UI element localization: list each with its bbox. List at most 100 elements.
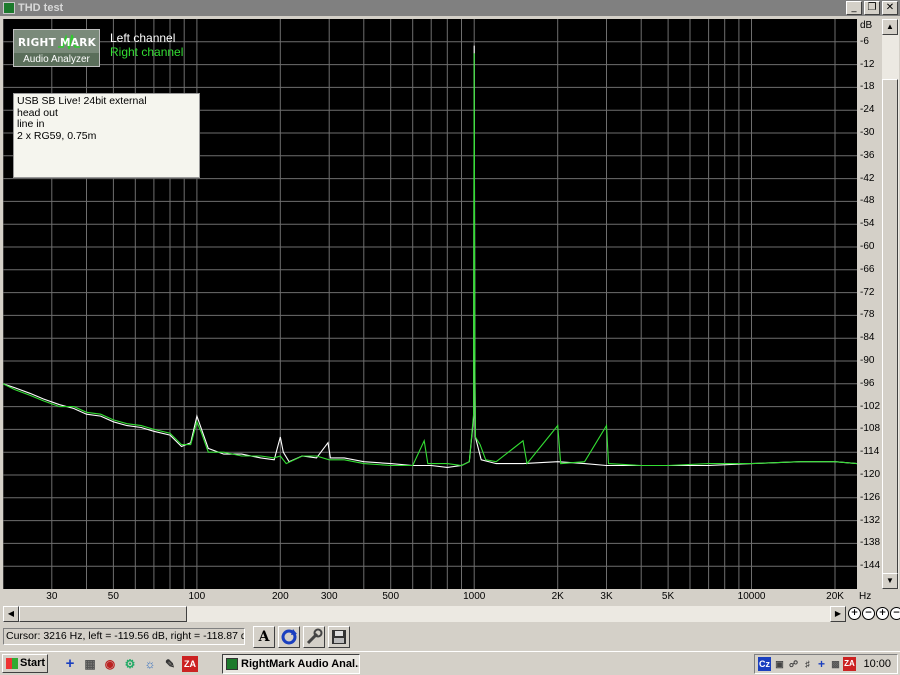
status-bar: Cursor: 3216 Hz, left = -119.56 dB, righ… — [0, 624, 900, 651]
tray-zonealarm-icon[interactable]: ZA — [843, 657, 856, 671]
note-line: 2 x RG59, 0.75m — [17, 129, 97, 142]
quick-launch-edit-icon[interactable]: ✎ — [162, 656, 178, 672]
tray-display-icon[interactable]: ▩ — [829, 657, 842, 671]
quick-launch-desktop-icon[interactable]: ▦ — [82, 656, 98, 672]
tray-volume-icon[interactable]: ♯ — [801, 657, 814, 671]
app-icon — [3, 2, 15, 14]
tray-cross-icon[interactable]: + — [815, 657, 828, 671]
scroll-left-button[interactable]: ◀ — [3, 606, 19, 622]
x-tick-label: 200 — [272, 591, 289, 602]
floppy-disk-icon — [332, 630, 346, 644]
tray-language-icon[interactable]: Cz — [758, 657, 771, 671]
vertical-scrollbar[interactable]: ▲ ▼ — [882, 19, 899, 589]
zoom-out-y-icon[interactable]: − — [890, 607, 900, 620]
refresh-icon — [281, 629, 297, 645]
x-tick-label: 2K — [551, 591, 564, 602]
quick-launch-media-icon[interactable]: ◉ — [102, 656, 118, 672]
zoom-in-x-icon[interactable]: + — [848, 607, 861, 620]
test-notes: USB SB Live! 24bit external head out lin… — [13, 93, 200, 178]
taskbar-item-rightmark[interactable]: RightMark Audio Anal... — [222, 654, 360, 674]
minimize-button[interactable]: _ — [846, 1, 862, 15]
quick-launch-tool-icon[interactable]: ⚙ — [122, 656, 138, 672]
wrench-icon — [306, 628, 323, 645]
y-tick-label: -126 — [860, 491, 881, 503]
y-tick-label: -144 — [860, 560, 881, 572]
save-button[interactable] — [328, 626, 350, 648]
zoom-controls: + − + − — [848, 607, 900, 620]
zoom-out-x-icon[interactable]: − — [862, 607, 875, 620]
legend-left-channel: Left channel — [110, 31, 176, 45]
y-tick-label: -84 — [860, 332, 875, 344]
rightmark-logo: RIGHT MARK Audio Analyzer — [13, 29, 100, 67]
y-tick-label: -108 — [860, 423, 881, 435]
y-tick-label: -30 — [860, 127, 875, 138]
y-tick-label: -72 — [860, 286, 875, 298]
frequency-axis: 30 50 100 200 300 500 1000 2K 3K 5K 10000 20K — [3, 589, 857, 606]
x-tick-label: 1000 — [463, 591, 486, 602]
y-tick-label: -6 — [860, 35, 869, 47]
taskbar-item-label: RightMark Audio Anal... — [241, 658, 360, 670]
scroll-up-button[interactable]: ▲ — [882, 19, 898, 35]
x-tick-label: 300 — [320, 591, 338, 602]
y-tick-label: -96 — [860, 377, 875, 389]
refresh-button[interactable] — [278, 626, 300, 648]
start-label: Start — [20, 657, 46, 669]
maximize-button[interactable]: ❐ — [864, 1, 880, 15]
note-line: line in — [17, 118, 45, 130]
taskbar: Start + ▦ ◉ ⚙ ☼ ✎ ZA RightMark Audio Ana… — [0, 651, 900, 675]
hz-unit-label: Hz — [859, 591, 872, 602]
y-tick-label: -132 — [860, 514, 881, 526]
window-title: THD test — [18, 2, 64, 14]
rightmark-task-icon — [226, 658, 238, 670]
tray-monitor-icon[interactable]: ▣ — [773, 657, 786, 671]
y-tick-label: -18 — [860, 81, 875, 93]
quick-launch-zonealarm-icon[interactable]: ZA — [182, 656, 198, 672]
y-tick-label: -36 — [860, 149, 875, 161]
y-tick-label: -78 — [860, 309, 875, 321]
y-tick-label: -114 — [860, 446, 880, 458]
x-tick-label: 3K — [600, 591, 613, 602]
horizontal-scroll-thumb[interactable] — [19, 606, 187, 622]
y-tick-label: -120 — [860, 469, 881, 480]
zoom-in-y-icon[interactable]: + — [876, 607, 889, 620]
font-button[interactable]: A — [253, 626, 275, 648]
tray-network-icon[interactable]: ☍ — [787, 657, 800, 671]
y-tick-label: -42 — [860, 172, 875, 184]
system-tray: Cz ▣ ☍ ♯ + ▩ ZA 10:00 — [754, 654, 898, 674]
x-tick-label: 100 — [188, 591, 206, 602]
windows-flag-icon — [6, 658, 18, 669]
horizontal-scrollbar[interactable]: ◀ ▶ — [3, 606, 846, 622]
x-tick-label: 30 — [46, 591, 58, 602]
legend-right-channel: Right channel — [110, 45, 184, 59]
scroll-down-button[interactable]: ▼ — [882, 573, 898, 589]
y-tick-label: -102 — [860, 400, 881, 412]
settings-button[interactable] — [303, 626, 325, 648]
y-tick-label: -60 — [860, 241, 875, 252]
start-button[interactable]: Start — [2, 654, 48, 673]
y-tick-label: -54 — [860, 218, 875, 230]
x-tick-label: 20K — [826, 591, 844, 602]
quick-launch-browser-icon[interactable]: ☼ — [142, 656, 158, 672]
y-tick-label: -12 — [860, 58, 875, 70]
legend: Left channel Right channel — [110, 31, 183, 59]
y-tick-label: -66 — [860, 263, 875, 275]
y-tick-label: -90 — [860, 355, 875, 366]
close-button[interactable]: ✕ — [882, 1, 898, 15]
vertical-scroll-thumb[interactable] — [882, 79, 898, 589]
logo-line2: Audio Analyzer — [14, 53, 99, 66]
x-tick-label: 5K — [661, 591, 675, 602]
y-tick-label: -138 — [860, 537, 881, 549]
scroll-right-button[interactable]: ▶ — [830, 606, 846, 622]
logo-line1: RIGHT MARK — [18, 37, 97, 49]
note-line: USB SB Live! 24bit external — [17, 95, 147, 107]
cursor-readout: Cursor: 3216 Hz, left = -119.56 dB, righ… — [3, 628, 245, 645]
window-title-bar[interactable]: THD test _ ❐ ✕ — [0, 0, 900, 16]
spectrum-plot[interactable]: RIGHT MARK Audio Analyzer Left channel R… — [3, 19, 857, 589]
quick-launch-cross-icon[interactable]: + — [62, 656, 78, 672]
y-tick-label: -24 — [860, 104, 875, 116]
y-tick-label: -48 — [860, 195, 875, 207]
db-axis: dB -6 -12 -18 -24 -30 -36 -42 -48 -54 -60 -66 -72 -7… — [857, 19, 881, 591]
db-unit-label: dB — [860, 20, 873, 31]
clock: 10:00 — [863, 658, 891, 670]
x-tick-label: 500 — [382, 591, 400, 602]
